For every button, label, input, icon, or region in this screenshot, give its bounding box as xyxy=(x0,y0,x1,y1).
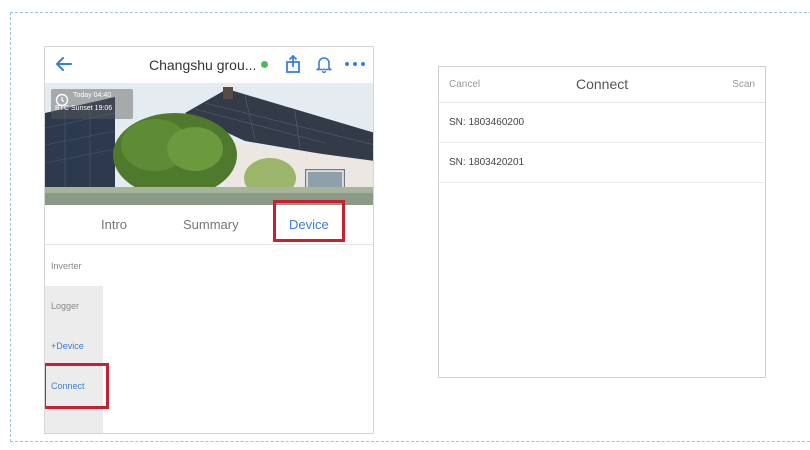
sunrise-time: Today 04:40 xyxy=(73,92,112,99)
dialog-header: Cancel Connect Scan xyxy=(439,67,765,103)
plant-title: Changshu grou... xyxy=(149,57,257,73)
phone-screen: Changshu grou... Today 04:40 BTC Sunset … xyxy=(44,46,374,434)
sidebar-blank xyxy=(45,406,103,433)
tab-summary[interactable]: Summary xyxy=(183,217,239,232)
scan-button[interactable]: Scan xyxy=(732,79,755,90)
cancel-button[interactable]: Cancel xyxy=(449,79,480,90)
connect-highlight xyxy=(45,363,109,409)
connect-dialog: Cancel Connect Scan SN: 1803460200 SN: 1… xyxy=(438,66,766,378)
bell-icon[interactable] xyxy=(316,55,332,73)
share-icon[interactable] xyxy=(285,55,301,73)
app-header: Changshu grou... xyxy=(45,47,373,83)
online-status-dot xyxy=(261,61,268,68)
back-arrow-icon[interactable] xyxy=(55,55,73,73)
sidebar-item-logger[interactable]: Logger xyxy=(45,286,103,326)
tab-intro[interactable]: Intro xyxy=(101,217,127,232)
list-item[interactable]: SN: 1803460200 xyxy=(439,103,765,143)
list-item[interactable]: SN: 1803420201 xyxy=(439,143,765,183)
sidebar-item-add-device[interactable]: +Device xyxy=(45,326,103,366)
serial-number: SN: 1803420201 xyxy=(449,157,525,168)
dashed-frame-bottom xyxy=(10,441,810,442)
dialog-title: Connect xyxy=(576,76,629,92)
device-tab-highlight xyxy=(273,200,345,242)
plant-photo: Today 04:40 BTC Sunset 19:06 xyxy=(45,83,373,205)
sidebar-item-inverter[interactable]: Inverter xyxy=(45,246,103,286)
more-icon[interactable] xyxy=(343,55,367,73)
serial-number: SN: 1803460200 xyxy=(449,117,525,128)
sunset-time: BTC Sunset 19:06 xyxy=(55,105,113,112)
